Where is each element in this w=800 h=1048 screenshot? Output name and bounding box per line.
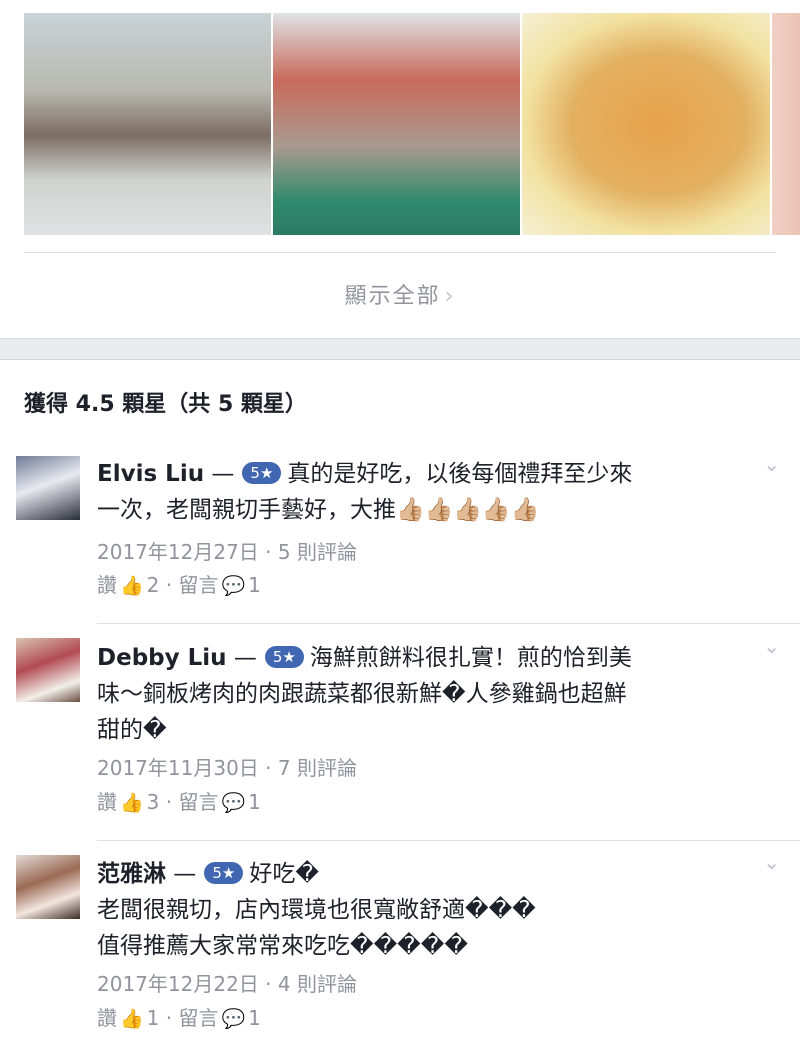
- action-separator: ·: [165, 573, 179, 597]
- comment-icon: 💬: [221, 1008, 246, 1030]
- review-meta[interactable]: 2017年12月27日 · 5 則評論: [97, 536, 357, 565]
- action-separator: ·: [165, 1006, 179, 1030]
- show-all-label: 顯示全部: [344, 284, 441, 309]
- show-all-link[interactable]: 顯示全部 ›: [0, 278, 800, 318]
- divider: [24, 252, 776, 253]
- like-count: 2: [146, 573, 160, 597]
- review-actions: 讚 👍 3 · 留言 💬 1: [97, 786, 261, 815]
- like-button[interactable]: 讚 👍 1: [97, 1006, 159, 1030]
- review-divider: [97, 623, 800, 624]
- review-meta[interactable]: 2017年12月22日 · 4 則評論: [97, 968, 357, 997]
- like-label: 讚: [97, 790, 117, 814]
- comment-icon: 💬: [221, 792, 246, 814]
- name-dash: —: [204, 461, 235, 487]
- review-text: 范雅淋 — 5★ 好吃� 老闆很親切，店內環境也很寬敞舒適��� 值得推薦大家常常來…: [97, 856, 747, 964]
- comment-count: 1: [248, 573, 261, 597]
- like-count: 1: [146, 1006, 160, 1030]
- review-line-3: 值得推薦大家常常來吃吃�����: [97, 933, 468, 959]
- comment-icon: 💬: [221, 575, 246, 597]
- photo-pancake-dish[interactable]: [522, 13, 770, 235]
- thumbs-up-icon: 👍: [120, 1008, 144, 1030]
- name-dash: —: [166, 861, 197, 887]
- rating-badge: 5★: [204, 862, 244, 884]
- photo-strip: [0, 0, 800, 236]
- chevron-down-icon[interactable]: ⌄: [763, 634, 780, 658]
- review-line-1: 真的是好吃，以後每個禮拜至少來: [287, 461, 633, 487]
- comment-label: 留言: [178, 573, 219, 597]
- comment-button[interactable]: 留言 💬 1: [178, 790, 260, 814]
- comment-label: 留言: [178, 1006, 219, 1030]
- chevron-right-icon: ›: [444, 284, 456, 309]
- review-text: Debby Liu — 5★ 海鮮煎餅料很扎實！煎的恰到美 味～銅板烤肉的肉跟蔬菜都…: [97, 640, 747, 748]
- comment-button[interactable]: 留言 💬 1: [178, 573, 260, 597]
- like-label: 讚: [97, 573, 117, 597]
- photo-restaurant-interior[interactable]: [24, 13, 271, 235]
- name-dash: —: [226, 645, 257, 671]
- comment-count: 1: [248, 790, 261, 814]
- photo-partial[interactable]: [772, 13, 800, 235]
- thumbs-up-icon: 👍: [120, 792, 144, 814]
- like-button[interactable]: 讚 👍 2: [97, 573, 159, 597]
- review-line-1: 海鮮煎餅料很扎實！煎的恰到美: [309, 645, 632, 671]
- like-button[interactable]: 讚 👍 3: [97, 790, 159, 814]
- like-count: 3: [146, 790, 160, 814]
- comment-label: 留言: [178, 790, 219, 814]
- rating-summary: 獲得 4.5 顆星（共 5 顆星）: [24, 392, 307, 417]
- review-actions: 讚 👍 1 · 留言 💬 1: [97, 1002, 261, 1031]
- review-meta[interactable]: 2017年11月30日 · 7 則評論: [97, 752, 357, 781]
- like-label: 讚: [97, 1006, 117, 1030]
- review-line-2: 老闆很親切，店內環境也很寬敞舒適���: [97, 897, 536, 923]
- chevron-down-icon[interactable]: ⌄: [763, 452, 780, 476]
- thumbs-up-icon: 👍: [120, 575, 144, 597]
- avatar[interactable]: [16, 855, 80, 919]
- review-line-2: 一次，老闆親切手藝好，大推: [97, 497, 396, 523]
- review-text: Elvis Liu — 5★ 真的是好吃，以後每個禮拜至少來 一次，老闆親切手藝好，…: [97, 456, 747, 528]
- review-line-1: 好吃�: [249, 861, 319, 887]
- rating-badge: 5★: [264, 646, 304, 668]
- rating-badge: 5★: [242, 462, 282, 484]
- review-divider: [97, 840, 800, 841]
- reviewer-name[interactable]: Debby Liu: [97, 645, 227, 671]
- section-separator: [0, 338, 800, 360]
- review-line-2: 味～銅板烤肉的肉跟蔬菜都很新鮮�人參雞鍋也超鮮: [97, 681, 627, 707]
- reviewer-name[interactable]: 范雅淋: [97, 861, 166, 887]
- avatar[interactable]: [16, 456, 80, 520]
- action-separator: ·: [165, 790, 179, 814]
- thumbs-up-emoji: 👍🏼👍🏼👍🏼👍🏼👍🏼: [396, 497, 540, 523]
- comment-count: 1: [248, 1006, 261, 1030]
- reviewer-name[interactable]: Elvis Liu: [97, 461, 204, 487]
- photo-kitchen-prep[interactable]: [273, 13, 520, 235]
- review-line-3: 甜的�: [97, 717, 167, 743]
- chevron-down-icon[interactable]: ⌄: [763, 850, 780, 874]
- avatar[interactable]: [16, 638, 80, 702]
- review-actions: 讚 👍 2 · 留言 💬 1: [97, 569, 261, 598]
- comment-button[interactable]: 留言 💬 1: [178, 1006, 260, 1030]
